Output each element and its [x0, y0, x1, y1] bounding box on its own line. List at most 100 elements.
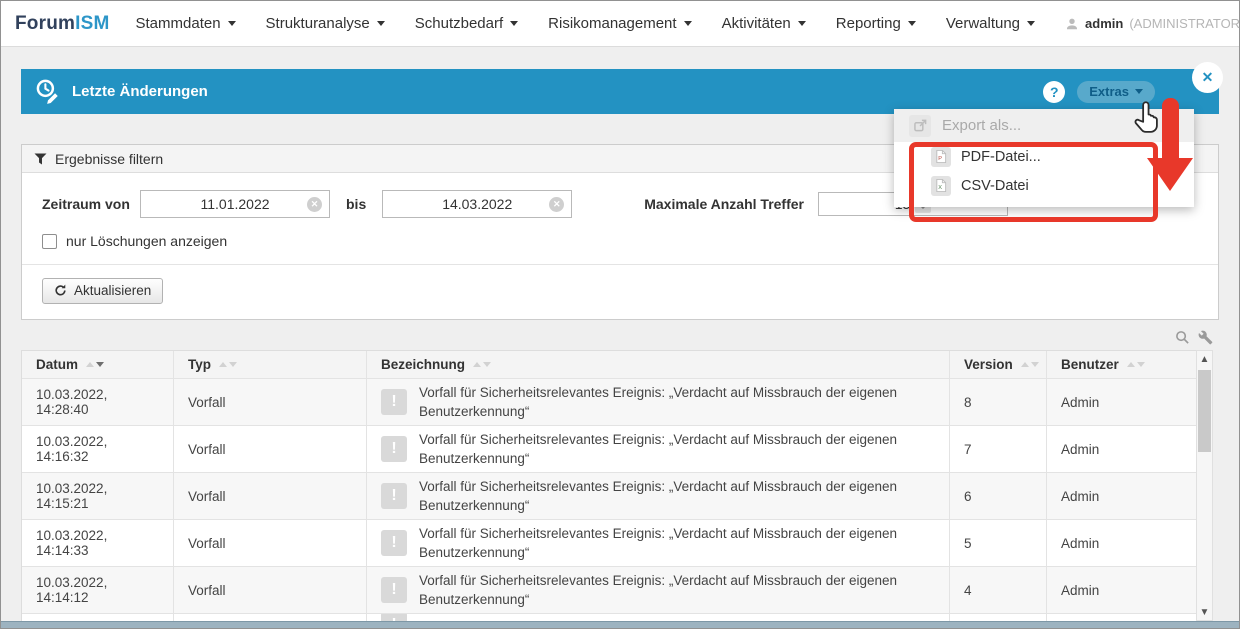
- incident-warning-icon: !: [381, 389, 407, 415]
- column-header-benutzer[interactable]: Benutzer: [1047, 351, 1196, 378]
- date-from-input[interactable]: 11.01.2022 ✕: [140, 190, 330, 218]
- extras-dropdown-menu: Export als... P PDF-Datei... X CSV-Datei: [894, 109, 1194, 207]
- sort-icons[interactable]: [86, 362, 104, 367]
- csv-file-icon: X: [931, 176, 951, 196]
- export-icon: [909, 115, 931, 137]
- panel-header-bar: Letzte Änderungen ? Extras ✕: [21, 69, 1219, 114]
- nav-item-stammdaten[interactable]: Stammdaten: [136, 15, 236, 32]
- user-icon: [1065, 17, 1079, 31]
- sort-asc-icon[interactable]: [219, 362, 227, 367]
- window-bottom-edge: [1, 621, 1239, 628]
- chevron-down-icon: [228, 21, 236, 26]
- cell-typ: Vorfall: [174, 473, 367, 519]
- table-row[interactable]: 10.03.2022, 14:14:33 Vorfall !Vorfall fü…: [22, 520, 1196, 567]
- nav-item-aktivitaeten[interactable]: Aktivitäten: [722, 15, 806, 32]
- table-search-icon[interactable]: [1175, 330, 1190, 345]
- menu-item-csv-datei[interactable]: X CSV-Datei: [894, 171, 1194, 200]
- deletions-only-checkbox[interactable]: [42, 234, 57, 249]
- nav-item-label: Risikomanagement: [548, 15, 676, 32]
- last-changes-icon: [35, 78, 62, 105]
- nav-item-label: Verwaltung: [946, 15, 1020, 32]
- logo-part-ism: ISM: [75, 13, 109, 34]
- chevron-down-icon: [908, 21, 916, 26]
- sort-desc-icon[interactable]: [1031, 362, 1039, 367]
- sort-asc-icon[interactable]: [86, 362, 94, 367]
- chevron-down-icon: [798, 21, 806, 26]
- clear-date-from-icon[interactable]: ✕: [307, 197, 322, 212]
- column-header-typ[interactable]: Typ: [174, 351, 367, 378]
- column-label: Datum: [36, 357, 78, 372]
- table-row[interactable]: 10.03.2022, 14:16:32 Vorfall !Vorfall fü…: [22, 426, 1196, 473]
- cell-bezeichnung: !: [367, 614, 950, 621]
- nav-item-schutzbedarf[interactable]: Schutzbedarf: [415, 15, 518, 32]
- help-button[interactable]: ?: [1043, 81, 1065, 103]
- column-header-bezeichnung[interactable]: Bezeichnung: [367, 351, 950, 378]
- cell-benutzer: [1047, 614, 1196, 621]
- sort-icons[interactable]: [1021, 362, 1039, 367]
- logo-part-forum: Forum: [15, 13, 75, 34]
- cell-datum: 10.03.2022, 14:14:33: [22, 520, 174, 566]
- extras-button[interactable]: Extras: [1077, 81, 1155, 103]
- cell-version: 7: [950, 426, 1047, 472]
- table-row[interactable]: 10.03.2022, 14:15:21 Vorfall !Vorfall fü…: [22, 473, 1196, 520]
- sort-asc-icon[interactable]: [1021, 362, 1029, 367]
- date-from-value: 11.01.2022: [200, 196, 269, 212]
- sort-asc-icon[interactable]: [1127, 362, 1135, 367]
- column-header-version[interactable]: Version: [950, 351, 1047, 378]
- scroll-up-icon[interactable]: ▲: [1197, 351, 1212, 367]
- menu-header-export-als: Export als...: [894, 109, 1194, 142]
- table-scrollbar[interactable]: ▲ ▼: [1196, 350, 1213, 621]
- column-header-datum[interactable]: Datum: [22, 351, 174, 378]
- cell-benutzer: Admin: [1047, 379, 1196, 425]
- menu-item-label: CSV-Datei: [961, 178, 1029, 194]
- cell-datum: [22, 614, 174, 621]
- scrollbar-thumb[interactable]: [1198, 370, 1211, 452]
- cell-bezeichnung: !Vorfall für Sicherheitsrelevantes Ereig…: [367, 426, 950, 472]
- menu-item-pdf-datei[interactable]: P PDF-Datei...: [894, 142, 1194, 171]
- scroll-down-icon[interactable]: ▼: [1197, 604, 1212, 620]
- table-row[interactable]: 10.03.2022, 14:14:12 Vorfall !Vorfall fü…: [22, 567, 1196, 614]
- refresh-button[interactable]: Aktualisieren: [42, 278, 163, 304]
- sort-desc-icon[interactable]: [1137, 362, 1145, 367]
- incident-warning-icon: !: [381, 483, 407, 509]
- nav-item-label: Reporting: [836, 15, 901, 32]
- nav-item-label: Strukturanalyse: [266, 15, 370, 32]
- nav-item-strukturanalyse[interactable]: Strukturanalyse: [266, 15, 385, 32]
- date-to-input[interactable]: 14.03.2022 ✕: [382, 190, 572, 218]
- refresh-icon: [54, 284, 67, 297]
- nav-item-reporting[interactable]: Reporting: [836, 15, 916, 32]
- sort-icons[interactable]: [1127, 362, 1145, 367]
- page-title: Letzte Änderungen: [72, 83, 208, 100]
- chevron-down-icon: [1027, 21, 1035, 26]
- sort-desc-icon[interactable]: [483, 362, 491, 367]
- nav-item-risikomanagement[interactable]: Risikomanagement: [548, 15, 691, 32]
- column-label: Bezeichnung: [381, 357, 465, 372]
- incident-warning-icon: !: [381, 436, 407, 462]
- cell-version: 5: [950, 520, 1047, 566]
- nav-item-verwaltung[interactable]: Verwaltung: [946, 15, 1035, 32]
- table-row[interactable]: 10.03.2022, 14:28:40 Vorfall !Vorfall fü…: [22, 379, 1196, 426]
- app-logo[interactable]: ForumISM: [15, 13, 110, 35]
- bezeichnung-text: Vorfall für Sicherheitsrelevantes Ereign…: [419, 383, 935, 421]
- nav-item-label: Aktivitäten: [722, 15, 791, 32]
- cell-bezeichnung: !Vorfall für Sicherheitsrelevantes Ereig…: [367, 520, 950, 566]
- bezeichnung-text: Vorfall für Sicherheitsrelevantes Ereign…: [419, 571, 935, 609]
- sort-desc-icon[interactable]: [96, 362, 104, 367]
- sort-asc-icon[interactable]: [473, 362, 481, 367]
- column-label: Benutzer: [1061, 357, 1119, 372]
- sort-icons[interactable]: [219, 362, 237, 367]
- bezeichnung-text: Vorfall für Sicherheitsrelevantes Ereign…: [419, 477, 935, 515]
- table-row-partial[interactable]: !: [22, 614, 1196, 621]
- user-name: admin: [1085, 16, 1123, 31]
- sort-icons[interactable]: [473, 362, 491, 367]
- close-panel-button[interactable]: ✕: [1192, 62, 1223, 93]
- chevron-down-icon: [510, 21, 518, 26]
- cell-typ: [174, 614, 367, 621]
- table-settings-wrench-icon[interactable]: [1198, 330, 1213, 345]
- user-menu[interactable]: admin (ADMINISTRATOR): [1065, 16, 1240, 31]
- clear-date-to-icon[interactable]: ✕: [549, 197, 564, 212]
- cell-benutzer: Admin: [1047, 473, 1196, 519]
- chevron-down-icon: [1135, 89, 1143, 94]
- sort-desc-icon[interactable]: [229, 362, 237, 367]
- cell-typ: Vorfall: [174, 379, 367, 425]
